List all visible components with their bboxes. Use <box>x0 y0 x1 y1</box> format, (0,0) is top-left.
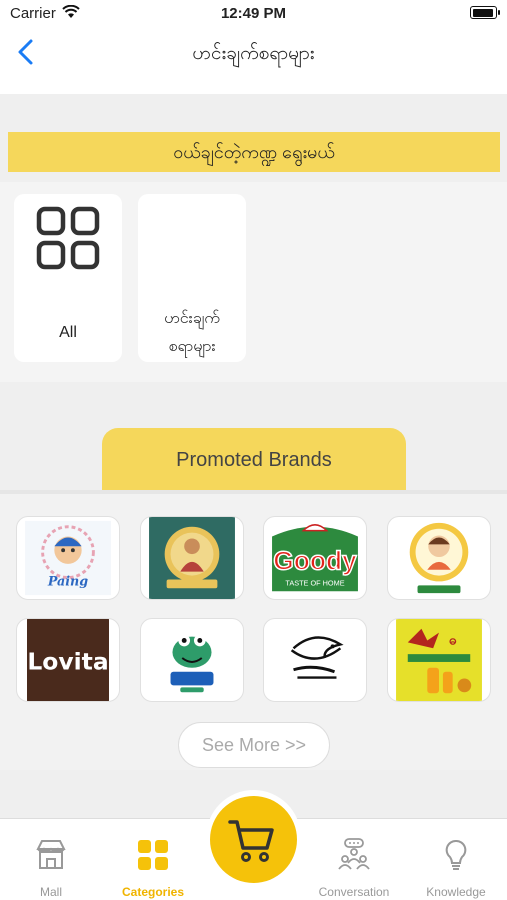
brand-card-portrait[interactable] <box>140 516 244 600</box>
page-title: ဟင်းချက်စရာများ <box>192 43 315 64</box>
tab-label: Mall <box>39 885 62 899</box>
navigation-bar: ဟင်းချက်စရာများ <box>0 28 507 94</box>
brand-name: Goody <box>273 546 357 576</box>
frog-mascot-logo-icon <box>170 634 214 693</box>
brands-panel: Paing Goody TASTE OF HOME Lovita ဓ See M… <box>0 490 507 770</box>
tab-mall[interactable]: Mall <box>8 819 94 900</box>
category-label-line1: ဟင်းချက် <box>164 310 220 327</box>
lightbulb-icon <box>445 839 467 870</box>
tab-label: Categories <box>121 885 185 899</box>
eagle-oil-logo-icon: ဓ <box>396 619 482 701</box>
tab-knowledge[interactable]: Knowledge <box>412 819 500 900</box>
battery-icon <box>470 6 500 19</box>
choose-category-banner: ဝယ်ချင်တဲ့ကဏ္ဍ ရွေးမယ် <box>8 132 500 172</box>
tab-conversation[interactable]: Conversation <box>308 819 400 900</box>
grid-icon <box>36 206 100 270</box>
fish-brand-logo-icon <box>290 636 344 679</box>
brand-card-chef-girl[interactable] <box>387 516 491 600</box>
brand-tagline: TASTE OF HOME <box>285 578 344 587</box>
brand-card-goody[interactable]: Goody TASTE OF HOME <box>263 516 367 600</box>
brand-name: Lovita <box>27 648 108 676</box>
lady-portrait-logo-icon <box>149 517 235 599</box>
tab-label: Knowledge <box>426 885 486 899</box>
brand-card-eagle-oil[interactable]: ဓ <box>387 618 491 702</box>
category-label-line2: စရာများ <box>168 338 216 355</box>
store-icon <box>36 840 66 869</box>
brand-card-fish[interactable] <box>263 618 367 702</box>
goody-logo-icon: Goody TASTE OF HOME <box>272 524 358 592</box>
brand-name: Paing <box>47 573 88 588</box>
svg-text:ဓ: ဓ <box>449 632 458 648</box>
brand-card-frog[interactable] <box>140 618 244 702</box>
categories-icon <box>138 840 168 870</box>
see-more-button[interactable]: See More >> <box>178 722 330 768</box>
category-card-all[interactable]: All <box>14 194 122 362</box>
chef-girl-logo-icon <box>409 522 469 594</box>
tab-label: Conversation <box>318 885 390 899</box>
cart-button[interactable] <box>210 796 297 883</box>
status-bar: Carrier 12:49 PM <box>0 0 507 28</box>
clock: 12:49 PM <box>220 5 287 22</box>
conversation-icon <box>338 838 370 870</box>
category-label: All <box>59 324 77 341</box>
category-panel: All ဟင်းချက် စရာများ <box>0 182 507 382</box>
category-card-cooking[interactable]: ဟင်းချက် စရာများ <box>138 194 246 362</box>
brand-card-paing[interactable]: Paing <box>16 516 120 600</box>
cart-icon <box>228 820 274 862</box>
paing-logo-icon: Paing <box>25 520 111 596</box>
tab-categories[interactable]: Categories <box>108 819 198 900</box>
brand-card-lovita[interactable]: Lovita <box>16 618 120 702</box>
lovita-logo-icon: Lovita <box>27 619 109 701</box>
promoted-brands-title: Promoted Brands <box>102 428 406 490</box>
